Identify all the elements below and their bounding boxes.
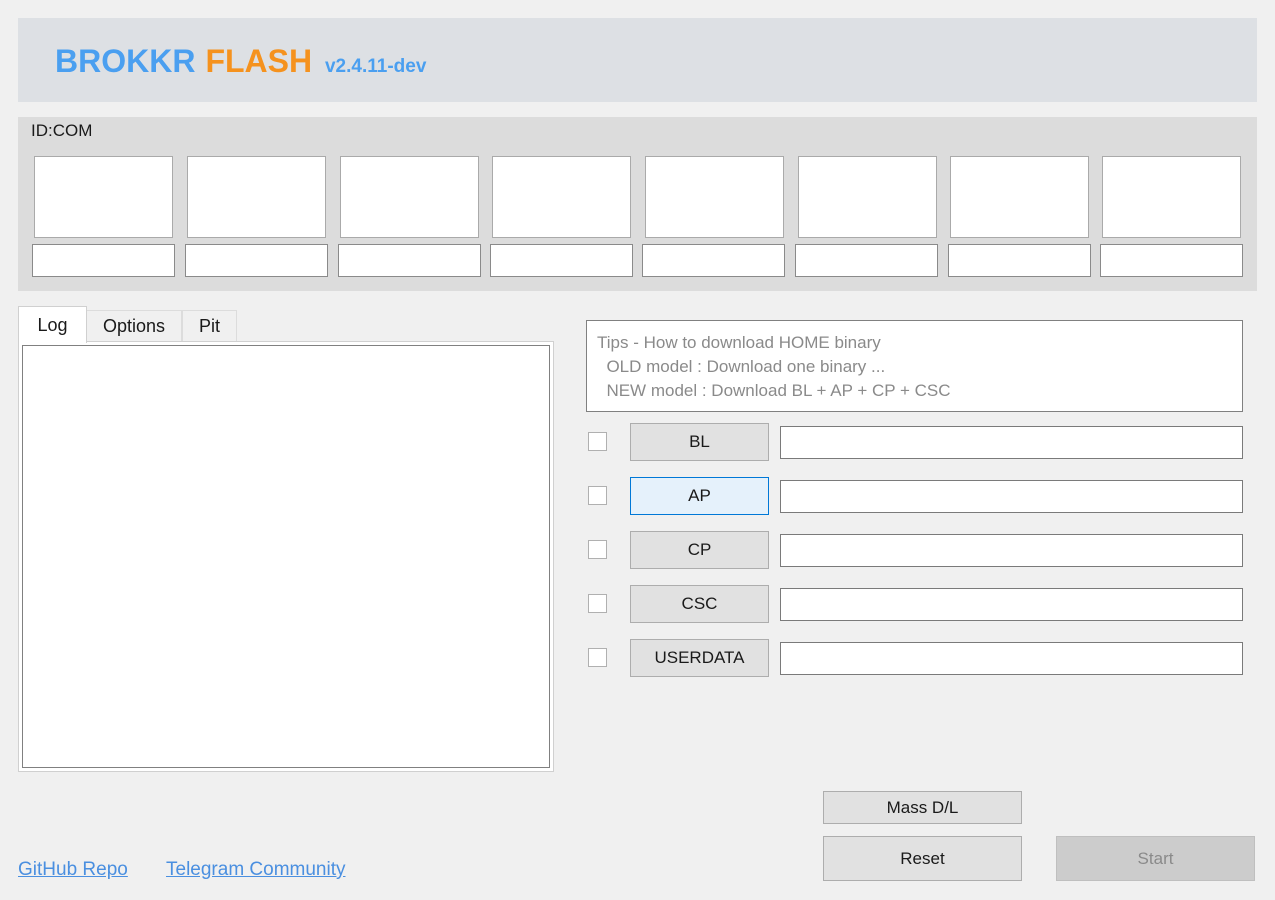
brand-primary: BROKKR <box>55 43 196 79</box>
device-slot-8-port <box>1100 244 1243 277</box>
device-slot-1-port <box>32 244 175 277</box>
userdata-checkbox[interactable] <box>588 648 607 667</box>
cp-button[interactable]: CP <box>630 531 769 569</box>
device-slot-1-status <box>34 156 173 238</box>
brand-secondary: FLASH <box>205 43 313 79</box>
tab-options[interactable]: Options <box>86 310 182 341</box>
bl-path-field[interactable] <box>780 426 1243 459</box>
app-title: BROKKR FLASH v2.4.11-dev <box>55 43 426 80</box>
tips-line-1: Tips - How to download HOME binary <box>597 333 881 352</box>
app-header: BROKKR FLASH v2.4.11-dev <box>18 18 1257 102</box>
mass-dl-button[interactable]: Mass D/L <box>823 791 1022 824</box>
id-com-panel: ID:COM <box>18 117 1257 291</box>
tab-pit[interactable]: Pit <box>182 310 237 341</box>
telegram-community-link[interactable]: Telegram Community <box>166 859 346 881</box>
tab-log[interactable]: Log <box>18 306 87 343</box>
ap-button[interactable]: AP <box>630 477 769 515</box>
start-button[interactable]: Start <box>1056 836 1255 881</box>
device-slot-5-status <box>645 156 784 238</box>
log-output[interactable] <box>22 345 550 768</box>
cp-checkbox[interactable] <box>588 540 607 559</box>
device-slot-2-status <box>187 156 326 238</box>
device-slot-6-status <box>798 156 937 238</box>
device-slot-6-port <box>795 244 938 277</box>
userdata-button[interactable]: USERDATA <box>630 639 769 677</box>
device-slot-3-status <box>340 156 479 238</box>
csc-button[interactable]: CSC <box>630 585 769 623</box>
bl-checkbox[interactable] <box>588 432 607 451</box>
userdata-path-field[interactable] <box>780 642 1243 675</box>
device-slot-4-port <box>490 244 633 277</box>
cp-path-field[interactable] <box>780 534 1243 567</box>
version-label: v2.4.11-dev <box>324 56 427 77</box>
csc-path-field[interactable] <box>780 588 1243 621</box>
device-slot-4-status <box>492 156 631 238</box>
bl-button[interactable]: BL <box>630 423 769 461</box>
device-slot-2-port <box>185 244 328 277</box>
tips-line-3: NEW model : Download BL + AP + CP + CSC <box>597 381 951 400</box>
tips-line-2: OLD model : Download one binary ... <box>597 357 886 376</box>
device-slot-7-status <box>950 156 1089 238</box>
device-slot-7-port <box>948 244 1091 277</box>
id-com-label: ID:COM <box>31 121 93 140</box>
log-panel <box>18 341 554 772</box>
ap-checkbox[interactable] <box>588 486 607 505</box>
ap-path-field[interactable] <box>780 480 1243 513</box>
device-slot-8-status <box>1102 156 1241 238</box>
reset-button[interactable]: Reset <box>823 836 1022 881</box>
device-slot-5-port <box>642 244 785 277</box>
device-slot-3-port <box>338 244 481 277</box>
csc-checkbox[interactable] <box>588 594 607 613</box>
tips-box: Tips - How to download HOME binary OLD m… <box>586 320 1243 412</box>
github-repo-link[interactable]: GitHub Repo <box>18 859 128 881</box>
